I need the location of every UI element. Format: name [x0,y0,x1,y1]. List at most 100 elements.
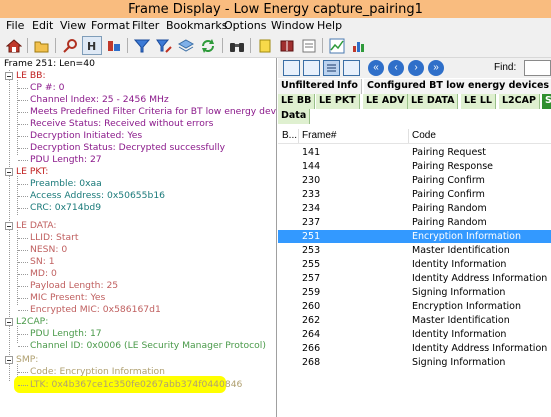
tab-unfiltered[interactable]: Unfiltered [278,79,339,94]
menu-view[interactable]: View [60,19,86,32]
table-row[interactable]: 257 Identity Address Information [278,272,551,285]
tree-field[interactable]: NESN: 0 [30,244,67,256]
layout-single-icon[interactable] [283,60,300,76]
table-row[interactable]: 144 Pairing Response [278,160,551,173]
menu-options[interactable]: Options [224,19,266,32]
tree-section-le-data[interactable]: LE DATA: [16,220,56,232]
tree-field[interactable]: LLID: Start [30,232,78,244]
tree-field[interactable]: CRC: 0x714bd9 [30,202,101,214]
table-row[interactable]: 260 Encryption Information [278,300,551,313]
table-row[interactable]: 266 Identity Address Information [278,342,551,355]
column-frame[interactable]: Frame# [302,130,336,141]
table-row[interactable]: 234 Pairing Random [278,202,551,215]
search-icon[interactable] [60,36,80,55]
layers-icon[interactable] [176,36,196,55]
table-row[interactable]: 255 Identity Information [278,258,551,271]
prev-frame-icon[interactable]: ‹ [388,60,404,76]
svg-text:H: H [87,40,96,53]
tree-field[interactable]: MIC Present: Yes [30,292,105,304]
tree-section-l2cap[interactable]: L2CAP: [16,316,48,328]
tab-configured-devices[interactable]: Configured BT low energy devices [364,79,551,94]
collapse-icon[interactable] [5,168,13,176]
first-frame-icon[interactable]: « [368,60,384,76]
collapse-icon[interactable] [5,356,13,364]
tree-field[interactable]: Access Address: 0x50655b16 [30,190,165,202]
find-input[interactable] [524,60,551,76]
colors-icon[interactable] [104,36,124,55]
column-code[interactable]: Code [412,130,436,141]
table-row[interactable]: 264 Identity Information [278,328,551,341]
table-row[interactable]: 237 Pairing Random [278,216,551,229]
tree-field[interactable]: SN: 1 [30,256,55,268]
table-row[interactable]: 259 Signing Information [278,286,551,299]
tree-field[interactable]: Channel Index: 25 - 2456 MHz [30,94,169,106]
column-bookmark[interactable]: B... [282,130,297,141]
tree-field[interactable]: Encrypted MIC: 0x586167d1 [30,304,161,316]
tab-le-bb[interactable]: LE BB [278,94,316,109]
tree-field[interactable]: MD: 0 [30,268,57,280]
tree-field[interactable]: Meets Predefined Filter Criteria for BT … [30,106,276,118]
tab-le-data[interactable]: LE DATA [408,94,459,109]
tree-field[interactable]: Decryption Initiated: Yes [30,130,142,142]
tree-field[interactable]: Receive Status: Received without errors [30,118,213,130]
chart-icon[interactable] [327,36,347,55]
tree-field[interactable]: PDU Length: 17 [30,328,102,340]
table-row[interactable]: 268 Signing Information [278,356,551,369]
tree-field-ltk[interactable]: LTK: 0x4b367ce1c350fe0267abb374f0440846 [30,379,242,391]
tab-smp[interactable]: S [542,94,551,109]
tab-l2cap[interactable]: L2CAP [499,94,540,109]
table-row[interactable]: 230 Pairing Confirm [278,174,551,187]
menu-format[interactable]: Format [91,19,130,32]
tab-le-ll[interactable]: LE LL [461,94,496,109]
table-row[interactable]: 233 Pairing Confirm [278,188,551,201]
tree-field[interactable]: PDU Length: 27 [30,154,102,166]
bookmark-icon[interactable] [255,36,275,55]
tree-field[interactable]: Decryption Status: Decrypted successfull… [30,142,225,154]
menu-edit[interactable]: Edit [32,19,53,32]
filter-edit-icon[interactable] [154,36,174,55]
title-bar: Frame Display - Low Energy capture_pairi… [0,0,551,18]
menu-file[interactable]: File [6,19,24,32]
layout-split-icon[interactable] [303,60,320,76]
tree-field[interactable]: Preamble: 0xaa [30,178,102,190]
tree-section-le-pkt[interactable]: LE PKT: [16,166,48,178]
find-label: Find: [494,62,517,73]
menu-bookmarks[interactable]: Bookmarks [166,19,227,32]
decode-tree-pane[interactable]: Frame 251: Len=40 LE BB: CP #: 0 Channel… [0,58,277,417]
notes-icon[interactable] [299,36,319,55]
home-icon[interactable] [4,36,24,55]
refresh-icon[interactable] [198,36,218,55]
window-title: Frame Display - Low Energy capture_pairi… [128,2,423,17]
tree-section-le-bb[interactable]: LE BB: [16,70,46,82]
collapse-icon[interactable] [5,222,13,230]
tree-field[interactable]: Channel ID: 0x0006 (LE Security Manager … [30,340,266,352]
binoculars-icon[interactable] [227,36,247,55]
tree-section-smp[interactable]: SMP: [16,354,38,366]
collapse-icon[interactable] [5,318,13,326]
table-row[interactable]: 141 Pairing Request [278,146,551,159]
menu-window[interactable]: Window [271,19,314,32]
layout-list-icon[interactable] [323,60,340,76]
open-folder-icon[interactable] [32,36,52,55]
table-row-selected[interactable]: 251 Encryption Information [278,230,551,243]
table-row[interactable]: 253 Master Identification [278,244,551,257]
collapse-icon[interactable] [5,72,13,80]
book-icon[interactable] [277,36,297,55]
tab-le-pkt[interactable]: LE PKT [316,94,360,109]
summary-pane: « ‹ › » Find: Unfiltered Info Configured… [278,58,551,417]
tab-le-adv[interactable]: LE ADV [363,94,409,109]
tab-data[interactable]: Data [278,109,311,124]
last-frame-icon[interactable]: » [428,60,444,76]
tab-info[interactable]: Info [334,79,362,94]
next-frame-icon[interactable]: › [408,60,424,76]
layout-grid-icon[interactable] [343,60,360,76]
menu-filter[interactable]: Filter [132,19,159,32]
bar-chart-icon[interactable] [349,36,369,55]
tab-row-2: LE BB LE PKT LE ADV LE DATA LE LL L2CAP … [278,94,551,109]
filter-icon[interactable] [132,36,152,55]
menu-help[interactable]: Help [317,19,342,32]
tree-field[interactable]: Payload Length: 25 [30,280,118,292]
hex-view-icon[interactable]: H [82,36,102,55]
table-row[interactable]: 262 Master Identification [278,314,551,327]
tree-field[interactable]: CP #: 0 [30,82,64,94]
